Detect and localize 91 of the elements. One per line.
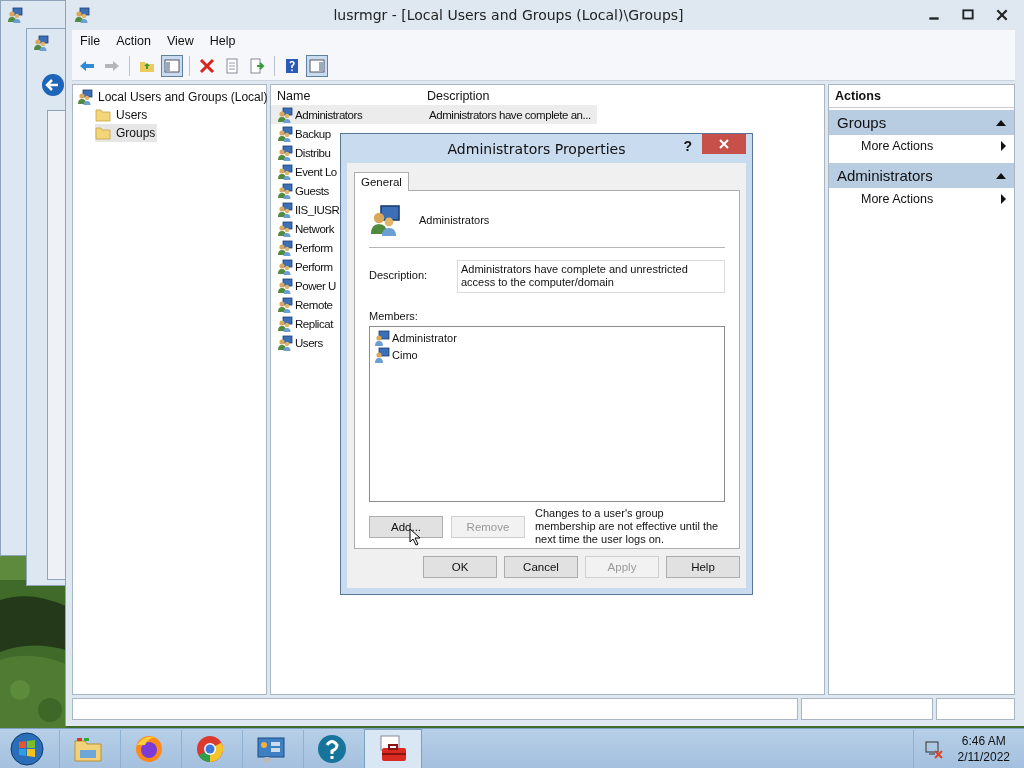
dialog-button[interactable]: Cancel bbox=[504, 556, 578, 578]
document-icon bbox=[224, 58, 240, 74]
users-icon bbox=[277, 296, 293, 313]
submenu-arrow-icon bbox=[1001, 194, 1006, 204]
forward-arrow-icon bbox=[104, 58, 120, 74]
users-icon bbox=[277, 334, 293, 351]
users-icon bbox=[7, 7, 23, 23]
menu-item[interactable]: Help bbox=[201, 32, 244, 50]
actions-header: Actions bbox=[829, 85, 1014, 108]
tree-item[interactable]: Groups bbox=[95, 124, 158, 142]
action-link[interactable]: More Actions bbox=[861, 192, 934, 206]
group-row[interactable]: Replicat bbox=[271, 314, 339, 333]
maximize-icon[interactable] bbox=[961, 8, 975, 22]
export-icon bbox=[249, 58, 265, 74]
help-icon bbox=[284, 58, 300, 74]
collapse-arrow-icon[interactable] bbox=[996, 119, 1006, 126]
group-row[interactable]: Power U bbox=[271, 276, 342, 295]
clock-time: 6:46 AM bbox=[961, 733, 1006, 749]
tree-item[interactable]: Users bbox=[95, 106, 150, 124]
action-section-header[interactable]: Groups bbox=[829, 110, 1014, 135]
users-icon bbox=[277, 277, 293, 294]
users-icon bbox=[277, 125, 293, 142]
start-button[interactable] bbox=[9, 731, 45, 767]
network-error-icon[interactable] bbox=[923, 739, 944, 759]
clock-date: 2/11/2022 bbox=[957, 749, 1010, 765]
taskbar-clock[interactable]: 6:46 AM 2/11/2022 bbox=[957, 733, 1010, 765]
delete-icon bbox=[199, 58, 215, 74]
group-name: Administrators bbox=[419, 214, 490, 226]
submenu-arrow-icon bbox=[1001, 141, 1006, 151]
member-item[interactable]: Administrator bbox=[392, 331, 457, 344]
user-icon bbox=[374, 346, 390, 363]
group-row[interactable]: Remote bbox=[271, 295, 339, 314]
toolbar-button[interactable] bbox=[161, 55, 183, 77]
users-icon bbox=[277, 220, 293, 237]
users-icon bbox=[277, 258, 293, 275]
users-icon bbox=[77, 89, 93, 105]
member-item[interactable]: Cimo bbox=[392, 348, 418, 361]
taskbar-button[interactable] bbox=[364, 729, 422, 768]
users-icon bbox=[277, 163, 293, 180]
users-icon bbox=[33, 35, 49, 51]
pane-left-icon bbox=[164, 58, 180, 74]
group-row[interactable]: Guests bbox=[271, 181, 335, 200]
close-button[interactable] bbox=[702, 134, 746, 154]
dialog-button[interactable]: Help bbox=[666, 556, 740, 578]
users-icon bbox=[74, 7, 90, 23]
user-icon bbox=[374, 329, 390, 346]
dialog-title: Administrators Properties bbox=[446, 140, 627, 157]
help-icon bbox=[316, 733, 348, 765]
action-section-header[interactable]: Administrators bbox=[829, 163, 1014, 188]
group-row[interactable]: Event Lo bbox=[271, 162, 343, 181]
collapse-arrow-icon[interactable] bbox=[996, 172, 1006, 179]
group-row[interactable]: IIS_IUSR bbox=[271, 200, 346, 219]
globe-icon bbox=[133, 733, 165, 765]
tab[interactable]: General bbox=[354, 172, 409, 191]
users-icon bbox=[277, 144, 293, 161]
menu-item[interactable]: View bbox=[158, 32, 202, 50]
group-row[interactable]: Perform bbox=[271, 238, 339, 257]
pane-right-icon bbox=[309, 58, 325, 74]
members-list[interactable]: Administrator Cimo bbox=[369, 326, 725, 502]
users-icon bbox=[277, 106, 293, 123]
group-row[interactable]: Backup bbox=[271, 124, 337, 143]
group-row[interactable]: Distribu bbox=[271, 143, 337, 162]
close-icon[interactable] bbox=[995, 8, 1009, 22]
round-logo-icon bbox=[194, 733, 226, 765]
description-field[interactable]: Administrators have complete and unrestricted access to the computer/domain bbox=[457, 260, 725, 293]
column-header[interactable]: Name bbox=[277, 89, 427, 103]
group-row[interactable]: Administrators Administrators have complete an... bbox=[271, 105, 597, 124]
action-link[interactable]: More Actions bbox=[861, 139, 934, 153]
menu-item[interactable]: Action bbox=[108, 32, 159, 50]
help-button[interactable]: ? bbox=[683, 138, 692, 154]
tree-item[interactable]: Local Users and Groups (Local) bbox=[98, 90, 268, 104]
users-icon bbox=[277, 201, 293, 218]
toolbar-button[interactable] bbox=[306, 55, 328, 77]
field-label: Description: bbox=[369, 268, 429, 281]
users-icon bbox=[277, 239, 293, 256]
window-title: lusrmgr - [Local Users and Groups (Local)\Groups] bbox=[332, 7, 685, 23]
group-row[interactable]: Users bbox=[271, 333, 329, 352]
member-button[interactable]: Add... bbox=[369, 515, 443, 538]
folder-icon bbox=[95, 125, 111, 141]
column-header[interactable]: Description bbox=[427, 89, 490, 103]
close-icon bbox=[719, 139, 729, 149]
users-icon bbox=[369, 204, 401, 236]
membership-note: Changes to a user's group membership are not effective until the next time the user logs on. bbox=[535, 507, 720, 546]
group-row[interactable]: Network bbox=[271, 219, 341, 238]
menu-item[interactable]: File bbox=[72, 32, 109, 50]
back-arrow-icon bbox=[79, 58, 95, 74]
users-icon bbox=[277, 182, 293, 199]
dialog-button[interactable]: OK bbox=[423, 556, 497, 578]
users-icon bbox=[277, 315, 293, 332]
group-row[interactable]: Perform bbox=[271, 257, 339, 276]
field-label: Members: bbox=[369, 310, 419, 322]
